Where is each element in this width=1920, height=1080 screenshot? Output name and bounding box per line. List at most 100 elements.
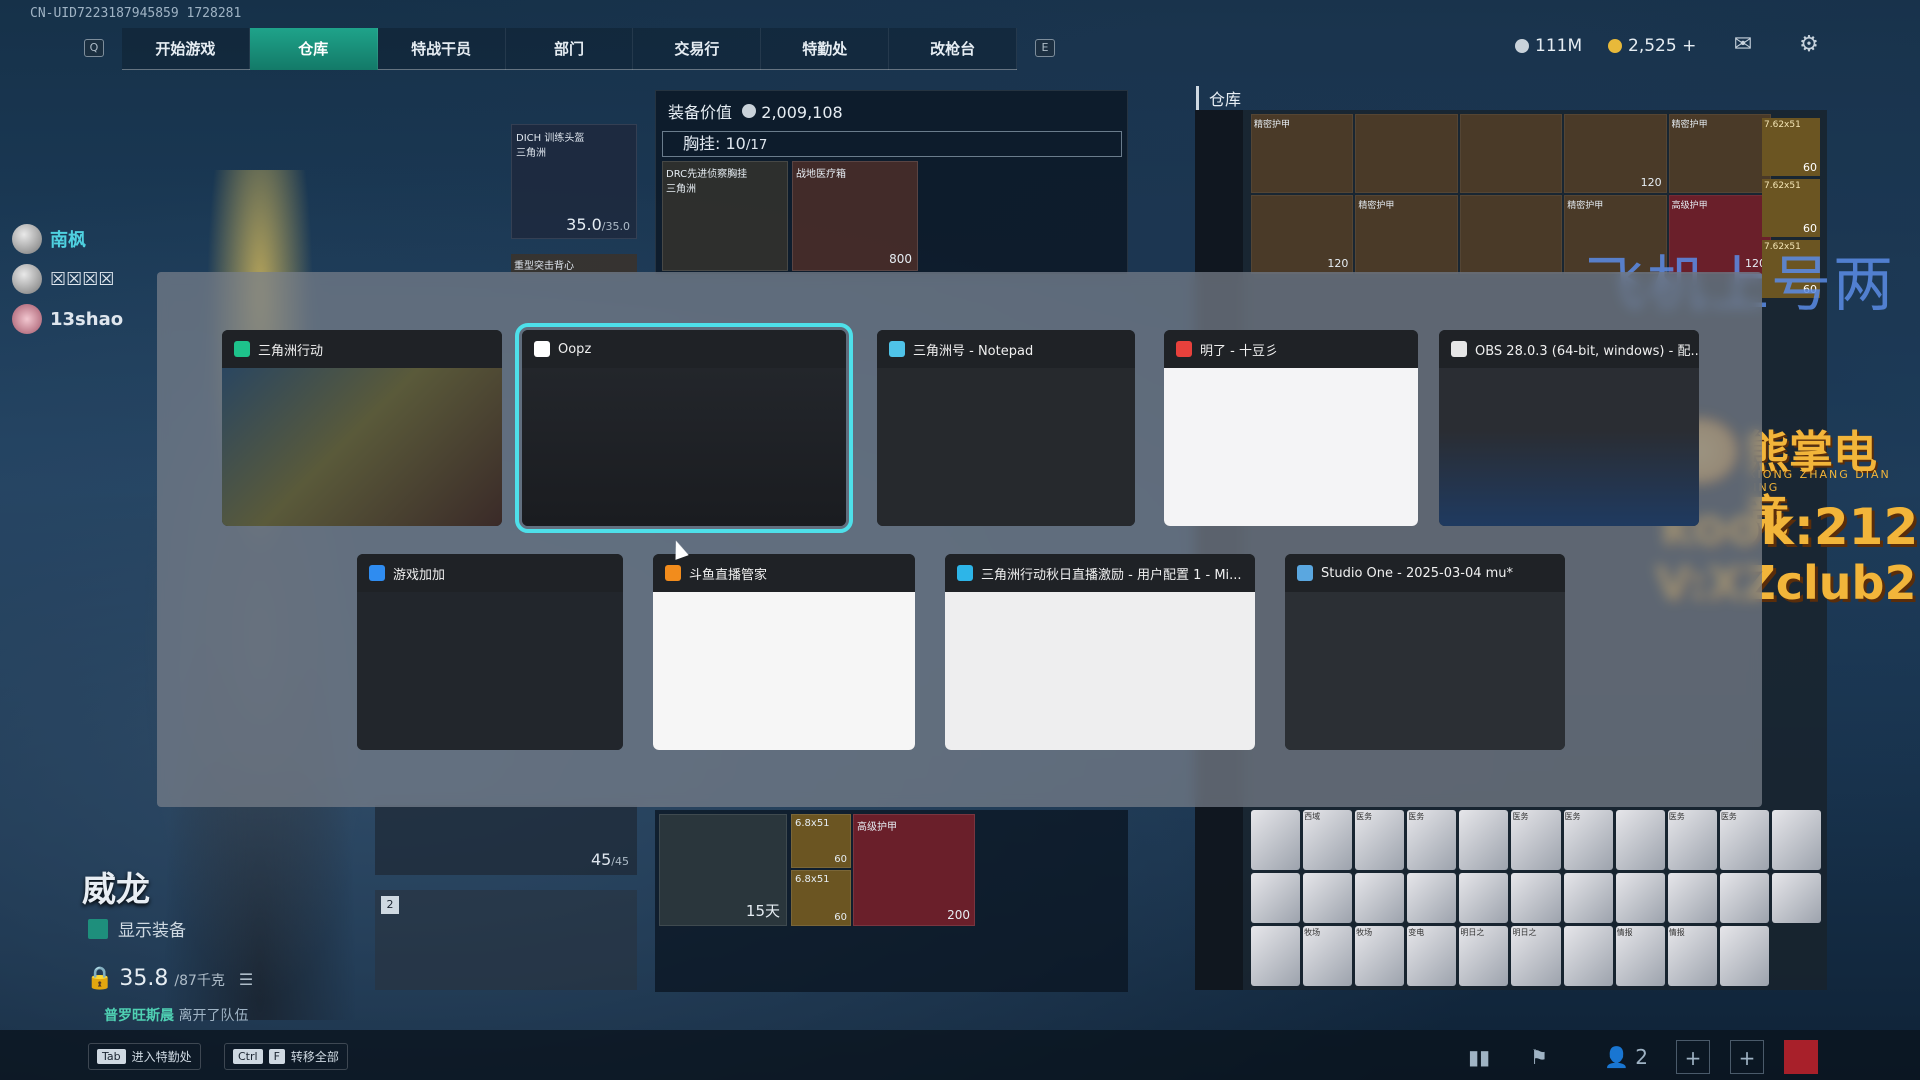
armor-slot-label[interactable]: 重型突击背心 bbox=[511, 254, 637, 274]
vest-name: DRC先进侦察胸挂 bbox=[666, 169, 748, 180]
hint-text: 进入特勤处 bbox=[131, 1050, 192, 1064]
intel-card-item[interactable]: 医务 bbox=[1667, 810, 1717, 871]
intel-card-item[interactable] bbox=[1511, 873, 1561, 923]
warehouse-item[interactable] bbox=[1459, 114, 1563, 193]
intel-card-item[interactable]: 明日之 bbox=[1511, 925, 1561, 986]
intel-card-item[interactable] bbox=[1719, 873, 1769, 923]
intel-card-item[interactable] bbox=[1355, 873, 1405, 923]
warehouse-item[interactable] bbox=[1355, 114, 1458, 193]
intel-card-item[interactable]: 医务 bbox=[1355, 810, 1405, 871]
intel-card-item[interactable] bbox=[1667, 873, 1717, 923]
tab-special-ops[interactable]: 特勤处 bbox=[761, 27, 890, 70]
intel-card-item[interactable] bbox=[1615, 810, 1665, 871]
window-thumb-game-booster[interactable]: 游戏加加 bbox=[357, 554, 623, 750]
helmet-slot[interactable]: DICH 训练头盔 三角洲 35.0/35.0 bbox=[511, 124, 637, 239]
hint-enter-special-ops[interactable]: Tab 进入特勤处 bbox=[88, 1043, 201, 1070]
medkit-slot[interactable]: 战地医疗箱 800 bbox=[792, 161, 918, 271]
tab-market[interactable]: 交易行 bbox=[633, 27, 762, 70]
checkbox[interactable] bbox=[88, 918, 108, 939]
warehouse-item[interactable] bbox=[1459, 195, 1563, 274]
warehouse-item[interactable]: 120 bbox=[1564, 114, 1667, 193]
tab-gunsmith[interactable]: 改枪台 bbox=[889, 27, 1018, 70]
player-entry[interactable]: 13shao bbox=[12, 304, 123, 334]
intel-card-item[interactable] bbox=[1615, 873, 1665, 923]
intel-card-item[interactable] bbox=[1563, 925, 1613, 986]
player-entry[interactable]: 南枫 bbox=[12, 224, 86, 254]
intel-card-item[interactable]: 医务 bbox=[1563, 810, 1613, 871]
warehouse-item[interactable]: 精密护甲 bbox=[1355, 195, 1458, 274]
ammo-label: 7.62x51 bbox=[1764, 181, 1801, 191]
intel-card-item[interactable]: 变电 bbox=[1407, 925, 1457, 986]
hint-transfer-all[interactable]: Ctrl F 转移全部 bbox=[224, 1043, 348, 1070]
window-thumb-delta-force[interactable]: 三角洲行动 bbox=[222, 330, 502, 526]
silver-currency: 111M bbox=[1515, 36, 1582, 56]
mail-icon[interactable]: ✉ bbox=[1728, 32, 1758, 58]
studio-one-app-icon bbox=[1297, 565, 1313, 581]
warehouse-item[interactable]: 精密护甲 bbox=[1668, 114, 1771, 193]
intel-card-item[interactable] bbox=[1251, 873, 1301, 923]
tab-start-game[interactable]: 开始游戏 bbox=[122, 27, 250, 70]
window-thumb-browser[interactable]: 明了 - 十豆彡 bbox=[1164, 330, 1418, 526]
tab-operators[interactable]: 特战干员 bbox=[378, 27, 506, 70]
ammo-item[interactable]: 6.8x51 60 bbox=[791, 870, 851, 926]
tab-department[interactable]: 部门 bbox=[506, 27, 634, 70]
intel-card-item[interactable] bbox=[1407, 873, 1457, 923]
warehouse-item[interactable]: 120 bbox=[1251, 195, 1354, 274]
intel-card-item[interactable] bbox=[1251, 810, 1301, 871]
item-count: 120 bbox=[1327, 257, 1349, 270]
gold-currency[interactable]: 2,525 + bbox=[1608, 36, 1696, 56]
intel-card-item[interactable] bbox=[1459, 810, 1509, 871]
add-slot-button[interactable]: + bbox=[1730, 1040, 1764, 1074]
player-entry[interactable]: ☒☒☒☒ bbox=[12, 264, 115, 294]
armor-count: 200 bbox=[947, 908, 970, 922]
ammo-item[interactable]: 7.62x51 60 bbox=[1762, 118, 1820, 176]
flag-icon[interactable]: ⚑ bbox=[1522, 1040, 1556, 1074]
team-button[interactable]: 👤 2 bbox=[1596, 1040, 1656, 1074]
nav-prev-key[interactable]: Q bbox=[84, 39, 104, 57]
intel-card-item[interactable] bbox=[1251, 925, 1301, 986]
profile-avatar[interactable] bbox=[1784, 1040, 1818, 1074]
armor-item[interactable]: 高级护甲 200 bbox=[853, 814, 975, 926]
avatar bbox=[12, 304, 42, 334]
window-thumb-notepad[interactable]: 三角洲号 - Notepad bbox=[877, 330, 1135, 526]
window-thumb-oopz[interactable]: Oopz bbox=[515, 323, 853, 533]
intel-card-item[interactable] bbox=[1563, 873, 1613, 923]
window-thumb-douyu[interactable]: 斗鱼直播管家 bbox=[653, 554, 915, 750]
warehouse-card-grid: 西域 医务 医务 医务 医务 医务 医务 牧场 牧场 变电 明日之 明日之 情报 情报 bbox=[1251, 810, 1821, 986]
intel-card-item[interactable]: 牧场 bbox=[1355, 925, 1405, 986]
intel-card-item[interactable]: 情报 bbox=[1615, 925, 1665, 986]
secondary-weapon-slot[interactable]: 2 bbox=[375, 890, 637, 990]
intel-card-item[interactable]: 医务 bbox=[1407, 810, 1457, 871]
show-equipment-toggle[interactable]: 显示装备 bbox=[88, 916, 186, 941]
intel-card-item[interactable] bbox=[1459, 873, 1509, 923]
intel-card-item[interactable]: 牧场 bbox=[1303, 925, 1353, 986]
stats-icon[interactable]: ▮▮ bbox=[1462, 1040, 1496, 1074]
window-thumb-studio-one[interactable]: Studio One - 2025-03-04 mu* bbox=[1285, 554, 1565, 750]
nav-next-key[interactable]: E bbox=[1035, 39, 1055, 57]
chest-max: /17 bbox=[745, 138, 768, 153]
intel-card-item[interactable] bbox=[1771, 810, 1821, 871]
intel-card-item[interactable]: 医务 bbox=[1719, 810, 1769, 871]
intel-card-item[interactable]: 明日之 bbox=[1459, 925, 1509, 986]
slot-number: 2 bbox=[381, 896, 399, 914]
armor-label: 高级护甲 bbox=[857, 822, 897, 833]
ammo-item[interactable]: 7.62x51 60 bbox=[1762, 179, 1820, 237]
list-icon[interactable]: ☰ bbox=[239, 970, 253, 989]
add-slot-button[interactable]: + bbox=[1676, 1040, 1710, 1074]
gear-icon[interactable]: ⚙ bbox=[1794, 32, 1824, 58]
intel-card-item[interactable] bbox=[1719, 925, 1769, 986]
window-thumb-edge[interactable]: 三角洲行动秋日直播激励 - 用户配置 1 - Mi... bbox=[945, 554, 1255, 750]
primary-weapon-slot[interactable]: 45/45 bbox=[375, 805, 637, 875]
intel-card-item[interactable] bbox=[1771, 873, 1821, 923]
tab-warehouse[interactable]: 仓库 bbox=[249, 27, 378, 70]
ammo-item[interactable]: 6.8x51 60 bbox=[791, 814, 851, 868]
vest-slot[interactable]: DRC先进侦察胸挂 三角洲 bbox=[662, 161, 788, 271]
intel-card-item[interactable]: 西域 bbox=[1303, 810, 1353, 871]
item-box[interactable]: 15天 bbox=[659, 814, 787, 926]
warehouse-item[interactable]: 精密护甲 bbox=[1251, 114, 1354, 193]
window-thumb-obs[interactable]: OBS 28.0.3 (64-bit, windows) - 配... bbox=[1439, 330, 1699, 526]
intel-card-item[interactable]: 医务 bbox=[1511, 810, 1561, 871]
window-preview bbox=[222, 368, 502, 526]
intel-card-item[interactable] bbox=[1303, 873, 1353, 923]
intel-card-item[interactable]: 情报 bbox=[1667, 925, 1717, 986]
